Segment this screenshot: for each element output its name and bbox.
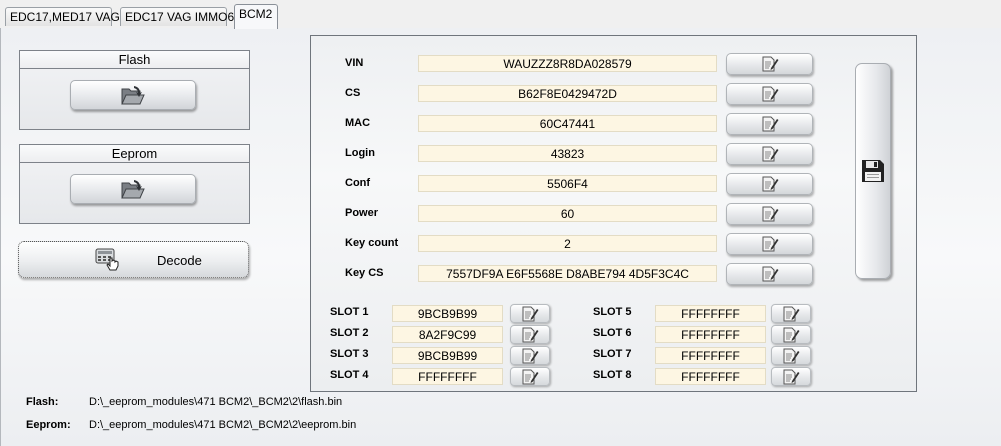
key-cs-field[interactable]: 7557DF9A E6F5568E D8ABE794 4D5F3C4C	[418, 265, 717, 282]
slot-7-edit-button[interactable]	[771, 346, 811, 365]
mac-field[interactable]: 60C47441	[418, 115, 717, 132]
edit-document-icon	[762, 176, 778, 192]
slot-5-edit-button[interactable]	[771, 304, 811, 323]
slot-8-label: SLOT 8	[593, 369, 632, 381]
vin-field[interactable]: WAUZZZ8R8DA028579	[418, 55, 717, 72]
slot-5-field[interactable]: FFFFFFFF	[655, 305, 766, 322]
open-flash-button[interactable]	[70, 80, 196, 110]
edit-document-icon	[522, 327, 539, 342]
tab-edc17-med17-vag[interactable]: EDC17,MED17 VAG	[5, 7, 120, 26]
decode-label: Decode	[157, 253, 202, 268]
conf-field[interactable]: 5506F4	[418, 175, 717, 192]
conf-label: Conf	[345, 177, 371, 189]
edit-document-icon	[783, 348, 800, 363]
slot-4-field[interactable]: FFFFFFFF	[392, 368, 503, 385]
slot-3-field[interactable]: 9BCB9B99	[392, 347, 503, 364]
edit-document-icon	[783, 369, 800, 384]
login-field[interactable]: 43823	[418, 145, 717, 162]
cs-field[interactable]: B62F8E0429472D	[418, 85, 717, 102]
flash-path-label: Flash:	[26, 396, 59, 408]
slot-3-edit-button[interactable]	[510, 346, 550, 365]
mac-edit-button[interactable]	[726, 113, 813, 135]
mac-label: MAC	[345, 117, 371, 129]
slot-2-label: SLOT 2	[330, 327, 369, 339]
slot-1-field[interactable]: 9BCB9B99	[392, 305, 503, 322]
power-field[interactable]: 60	[418, 205, 717, 222]
slot-7-field[interactable]: FFFFFFFF	[655, 347, 766, 364]
save-button[interactable]	[855, 63, 891, 279]
bcm2-page: Flash Eeprom Decode VIN WAUZZZ8R8DA02857…	[0, 28, 1001, 446]
login-label: Login	[345, 147, 375, 159]
flash-path: D:\_eeprom_modules\471 BCM2\_BCM2\2\flas…	[89, 396, 343, 408]
eeprom-path: D:\_eeprom_modules\471 BCM2\_BCM2\2\eepr…	[89, 419, 357, 431]
vin-edit-button[interactable]	[726, 53, 813, 75]
key-count-label: Key count	[345, 237, 399, 249]
slot-4-label: SLOT 4	[330, 369, 369, 381]
cs-edit-button[interactable]	[726, 83, 813, 105]
slot-1-label: SLOT 1	[330, 306, 369, 318]
tab-bar: EDC17,MED17 VAG EDC17 VAG IMMO6 BCM2	[0, 0, 1001, 29]
floppy-disk-icon	[862, 160, 884, 182]
folder-open-icon	[121, 180, 145, 199]
slot-7-label: SLOT 7	[593, 348, 632, 360]
eeprom-group-title: Eeprom	[20, 145, 249, 163]
flash-group: Flash	[19, 50, 250, 130]
tab-edc17-vag-immo6[interactable]: EDC17 VAG IMMO6	[120, 7, 234, 26]
bcm2-data-panel: VIN WAUZZZ8R8DA028579 CS B62F8E0429472D MAC 6…	[310, 35, 917, 392]
edit-document-icon	[522, 306, 539, 321]
vin-label: VIN	[345, 57, 364, 69]
slot-2-field[interactable]: 8A2F9C99	[392, 326, 503, 343]
login-edit-button[interactable]	[726, 143, 813, 165]
key-cs-label: Key CS	[345, 267, 384, 279]
slot-8-edit-button[interactable]	[771, 367, 811, 386]
edit-document-icon	[762, 86, 778, 102]
cs-label: CS	[345, 87, 361, 99]
key-count-field[interactable]: 2	[418, 235, 717, 252]
edit-document-icon	[762, 116, 778, 132]
slot-4-edit-button[interactable]	[510, 367, 550, 386]
eeprom-path-label: Eeprom:	[26, 419, 71, 431]
key-cs-edit-button[interactable]	[726, 263, 813, 285]
folder-open-icon	[121, 86, 145, 105]
conf-edit-button[interactable]	[726, 173, 813, 195]
slot-5-label: SLOT 5	[593, 306, 632, 318]
edit-document-icon	[762, 56, 778, 72]
flash-group-title: Flash	[20, 51, 249, 69]
edit-document-icon	[762, 236, 778, 252]
slot-3-label: SLOT 3	[330, 348, 369, 360]
slot-1-edit-button[interactable]	[510, 304, 550, 323]
edit-document-icon	[762, 206, 778, 222]
slot-2-edit-button[interactable]	[510, 325, 550, 344]
edit-document-icon	[762, 146, 778, 162]
open-eeprom-button[interactable]	[70, 174, 196, 204]
decode-button[interactable]: Decode	[18, 241, 249, 278]
edit-document-icon	[783, 327, 800, 342]
edit-document-icon	[783, 306, 800, 321]
power-edit-button[interactable]	[726, 203, 813, 225]
edit-document-icon	[522, 369, 539, 384]
eeprom-group: Eeprom	[19, 144, 250, 224]
edit-document-icon	[522, 348, 539, 363]
power-label: Power	[345, 207, 379, 219]
tab-bcm2[interactable]: BCM2	[234, 4, 278, 29]
slot-6-label: SLOT 6	[593, 327, 632, 339]
edit-document-icon	[762, 266, 778, 282]
key-count-edit-button[interactable]	[726, 233, 813, 255]
slot-6-field[interactable]: FFFFFFFF	[655, 326, 766, 343]
slot-8-field[interactable]: FFFFFFFF	[655, 368, 766, 385]
slot-6-edit-button[interactable]	[771, 325, 811, 344]
calculator-hand-icon	[95, 248, 119, 271]
